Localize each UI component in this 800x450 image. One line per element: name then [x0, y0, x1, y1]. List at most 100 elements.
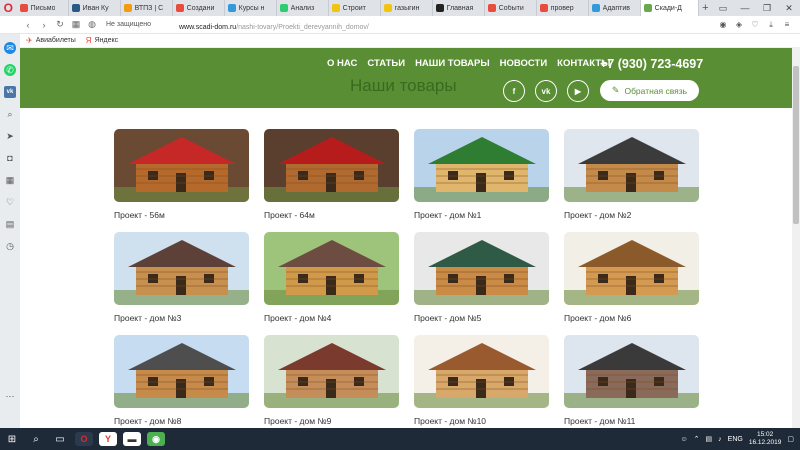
chrome-taskbar-icon[interactable]: ◉: [147, 432, 165, 446]
product-image[interactable]: [114, 335, 249, 408]
product-caption[interactable]: Проект - 56м: [114, 210, 249, 220]
vk-icon[interactable]: vk: [535, 80, 557, 102]
heart-icon[interactable]: ♡: [4, 196, 16, 208]
volume-icon[interactable]: ♪: [718, 436, 722, 443]
product-card[interactable]: Проект - дом №8: [114, 335, 249, 426]
history-icon[interactable]: ◷: [4, 240, 16, 252]
product-caption[interactable]: Проект - дом №2: [564, 210, 699, 220]
product-caption[interactable]: Проект - 64м: [264, 210, 399, 220]
product-card[interactable]: Проект - дом №11: [564, 335, 699, 426]
browser-tab[interactable]: Главная: [433, 0, 485, 16]
product-card[interactable]: Проект - дом №1: [414, 129, 549, 220]
reload-icon[interactable]: ↻: [52, 19, 68, 30]
product-card[interactable]: Проект - 64м: [264, 129, 399, 220]
messenger-icon[interactable]: ✉: [4, 42, 16, 54]
people-icon[interactable]: ☺: [681, 436, 688, 443]
language-indicator[interactable]: ENG: [728, 436, 743, 443]
camera-icon[interactable]: ◉: [716, 20, 730, 30]
product-card[interactable]: Проект - 56м: [114, 129, 249, 220]
product-caption[interactable]: Проект - дом №4: [264, 313, 399, 323]
product-caption[interactable]: Проект - дом №8: [114, 416, 249, 426]
product-caption[interactable]: Проект - дом №1: [414, 210, 549, 220]
file-explorer-icon[interactable]: ▬: [123, 432, 141, 446]
product-image[interactable]: [564, 232, 699, 305]
windows-start-icon[interactable]: ⊞: [0, 428, 24, 450]
browser-tab[interactable]: ВТПЗ | С: [121, 0, 173, 16]
browser-tab[interactable]: Письмо: [17, 0, 69, 16]
more-icon[interactable]: ⋯: [4, 390, 16, 402]
nav-link[interactable]: НОВОСТИ: [500, 58, 548, 69]
page-scrollbar[interactable]: [792, 48, 800, 428]
camera-icon[interactable]: ◘: [4, 152, 16, 164]
product-card[interactable]: Проект - дом №2: [564, 129, 699, 220]
product-image[interactable]: [414, 232, 549, 305]
notifications-icon[interactable]: ▢: [787, 435, 794, 443]
opera-logo-icon[interactable]: O: [0, 0, 17, 16]
youtube-icon[interactable]: ▶: [567, 80, 589, 102]
news-icon[interactable]: ▤: [4, 218, 16, 230]
network-icon[interactable]: ▤: [706, 435, 713, 443]
browser-tab[interactable]: Курсы н: [225, 0, 277, 16]
security-status[interactable]: Не защищено: [106, 21, 151, 28]
minimize-icon[interactable]: —: [734, 0, 756, 16]
search-icon[interactable]: ⌕: [4, 108, 16, 120]
search-icon[interactable]: ⌕: [24, 428, 48, 450]
browser-tab[interactable]: Иван Ку: [69, 0, 121, 16]
product-image[interactable]: [414, 335, 549, 408]
tabs-grid-icon[interactable]: ▦: [68, 19, 84, 30]
product-card[interactable]: Проект - дом №9: [264, 335, 399, 426]
whatsapp-icon[interactable]: ✆: [4, 64, 16, 76]
bookmark-aviatickets[interactable]: ✈ Авиабилеты: [26, 36, 76, 45]
browser-tab[interactable]: Анализ: [277, 0, 329, 16]
browser-tab[interactable]: Строит: [329, 0, 381, 16]
browser-tab[interactable]: Скади-Д: [640, 0, 699, 16]
send-icon[interactable]: ➤: [4, 130, 16, 142]
browser-tab[interactable]: газыгин: [381, 0, 433, 16]
browser-tab[interactable]: Адаптив: [589, 0, 641, 16]
download-icon[interactable]: ⤓: [764, 20, 778, 30]
nav-link[interactable]: НАШИ ТОВАРЫ: [415, 58, 490, 69]
heart-icon[interactable]: ♡: [748, 20, 762, 30]
vk-icon[interactable]: vk: [4, 86, 16, 98]
task-view-icon[interactable]: ▭: [48, 428, 72, 450]
nav-link[interactable]: О НАС: [327, 58, 357, 69]
product-image[interactable]: [264, 232, 399, 305]
menu-icon[interactable]: ≡: [780, 20, 794, 30]
product-caption[interactable]: Проект - дом №9: [264, 416, 399, 426]
product-image[interactable]: [114, 232, 249, 305]
product-caption[interactable]: Проект - дом №5: [414, 313, 549, 323]
browser-tab[interactable]: провер: [537, 0, 589, 16]
product-caption[interactable]: Проект - дом №10: [414, 416, 549, 426]
feedback-button[interactable]: ✎ Обратная связь: [600, 80, 699, 101]
clock[interactable]: 15:02 16.12.2019: [749, 431, 782, 447]
new-tab-button[interactable]: +: [699, 2, 712, 14]
yandex-browser-taskbar-icon[interactable]: Y: [99, 432, 117, 446]
chevron-up-icon[interactable]: ⌃: [694, 435, 700, 443]
product-caption[interactable]: Проект - дом №11: [564, 416, 699, 426]
product-image[interactable]: [414, 129, 549, 202]
back-icon[interactable]: ‹: [20, 20, 36, 30]
product-image[interactable]: [264, 129, 399, 202]
product-image[interactable]: [114, 129, 249, 202]
product-image[interactable]: [564, 335, 699, 408]
product-caption[interactable]: Проект - дом №3: [114, 313, 249, 323]
opera-taskbar-icon[interactable]: O: [75, 432, 93, 446]
snap-icon[interactable]: ▭: [712, 0, 734, 16]
shield-icon[interactable]: ◈: [732, 20, 746, 30]
product-card[interactable]: Проект - дом №10: [414, 335, 549, 426]
speed-dial-icon[interactable]: ▦: [4, 174, 16, 186]
scrollbar-thumb[interactable]: [793, 66, 799, 224]
forward-icon[interactable]: ›: [36, 20, 52, 30]
product-image[interactable]: [564, 129, 699, 202]
facebook-icon[interactable]: f: [503, 80, 525, 102]
close-icon[interactable]: ✕: [778, 0, 800, 16]
product-card[interactable]: Проект - дом №5: [414, 232, 549, 323]
browser-tab[interactable]: Создани: [173, 0, 225, 16]
product-card[interactable]: Проект - дом №3: [114, 232, 249, 323]
product-card[interactable]: Проект - дом №4: [264, 232, 399, 323]
product-card[interactable]: Проект - дом №6: [564, 232, 699, 323]
product-image[interactable]: [264, 335, 399, 408]
product-caption[interactable]: Проект - дом №6: [564, 313, 699, 323]
url-field[interactable]: www.scadi-dom.ru/nashi-tovary/Proekti_de…: [179, 16, 369, 34]
browser-tab[interactable]: Событи: [485, 0, 537, 16]
